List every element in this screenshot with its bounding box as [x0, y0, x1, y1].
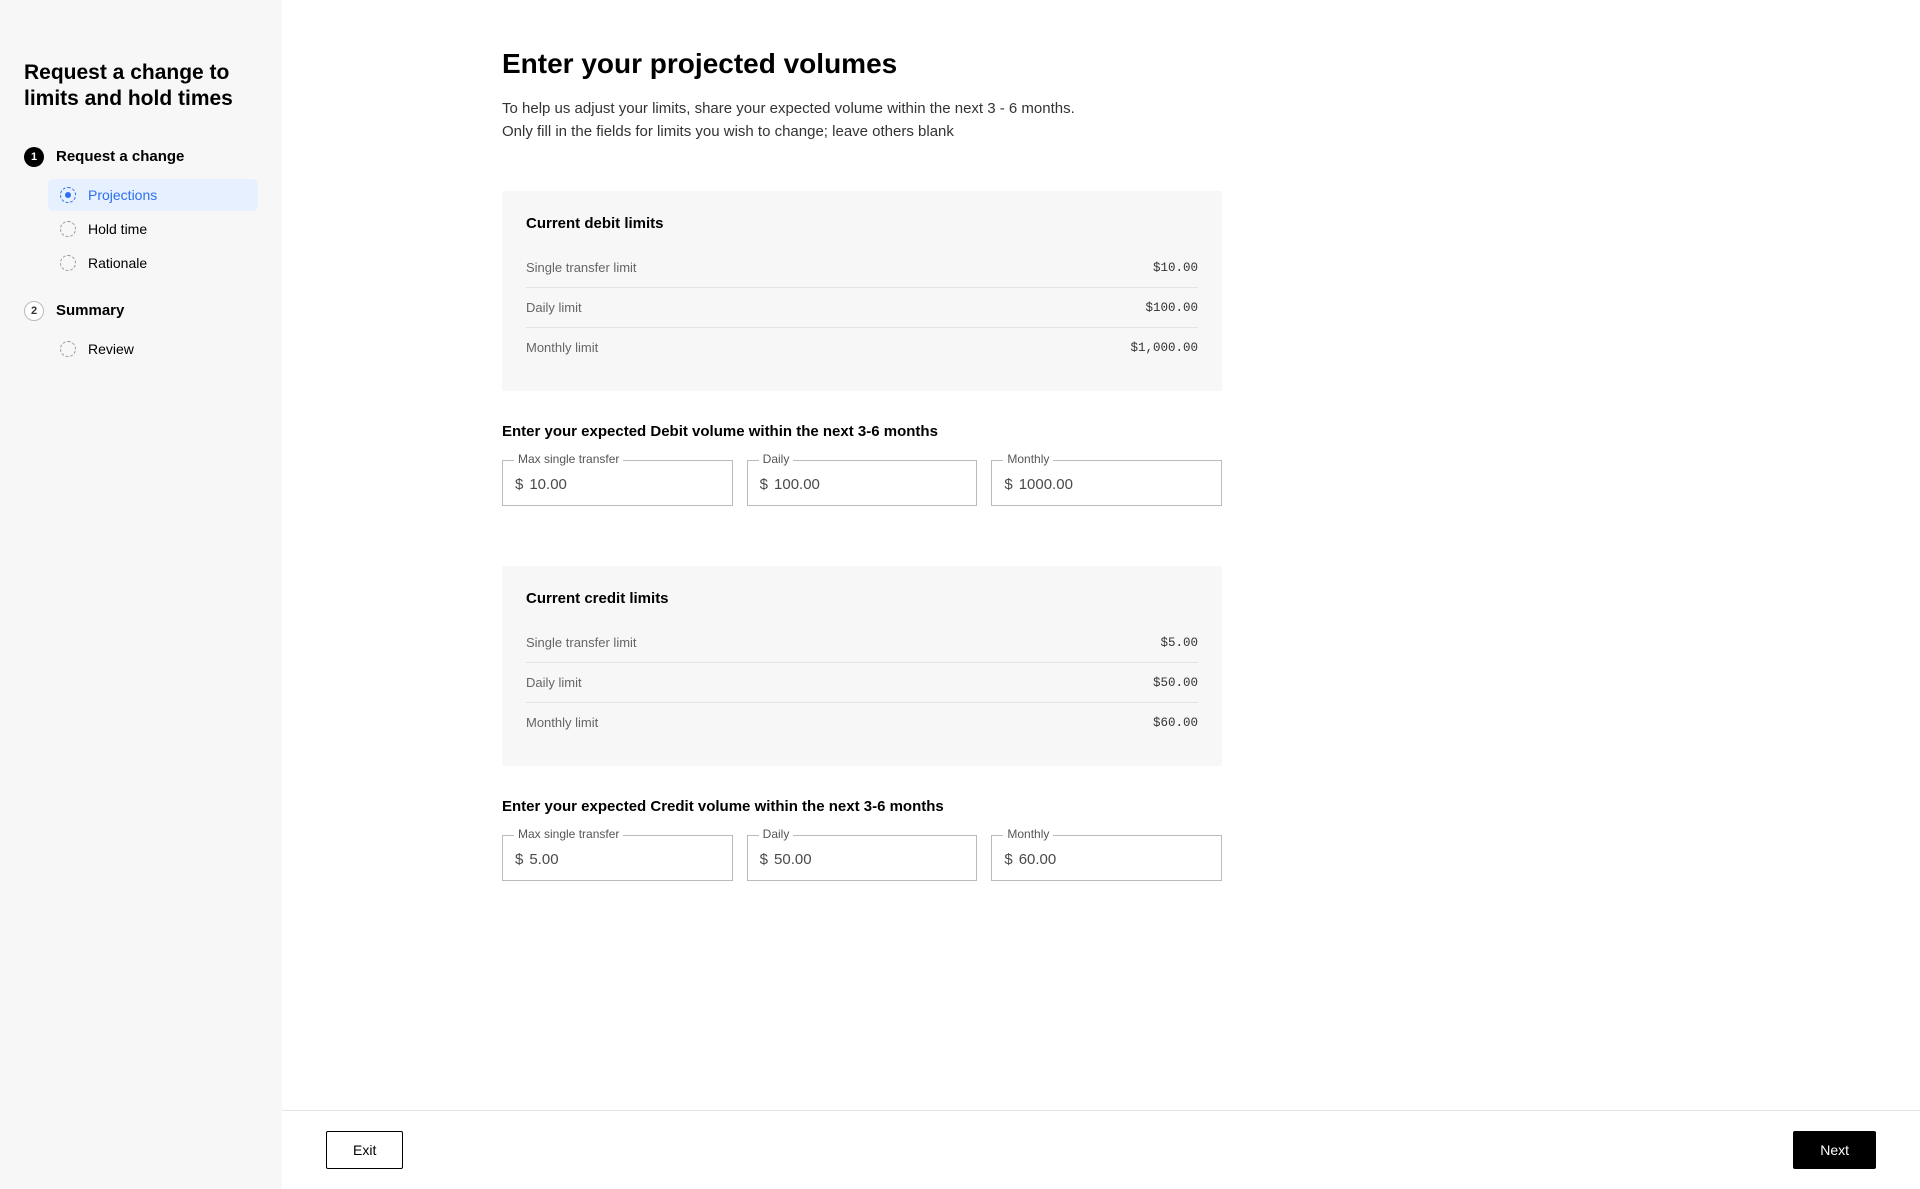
credit-daily-input[interactable]: [774, 851, 964, 868]
step-title: Summary: [56, 302, 124, 319]
debit-daily-field: Daily $: [747, 460, 978, 506]
debit-max-single-input[interactable]: [529, 476, 719, 493]
limit-label: Monthly limit: [526, 340, 598, 355]
credit-limits-card: Current credit limits Single transfer li…: [502, 566, 1222, 766]
debit-monthly-field: Monthly $: [991, 460, 1222, 506]
limit-row-daily: Daily limit $100.00: [526, 288, 1198, 328]
limit-row-monthly: Monthly limit $1,000.00: [526, 328, 1198, 367]
page-heading: Enter your projected volumes: [502, 48, 1222, 80]
currency-prefix: $: [760, 476, 768, 493]
debit-max-single-field: Max single transfer $: [502, 460, 733, 506]
limit-row-monthly: Monthly limit $60.00: [526, 703, 1198, 742]
credit-input-section-label: Enter your expected Credit volume within…: [502, 798, 1222, 815]
step-number-icon: 2: [24, 301, 44, 321]
nav-step-header-1[interactable]: 1 Request a change: [24, 141, 258, 173]
sidebar-title: Request a change to limits and hold time…: [24, 60, 258, 113]
card-title: Current credit limits: [526, 590, 1198, 607]
nav-step-1: 1 Request a change Projections Hold time…: [24, 141, 258, 279]
limit-label: Daily limit: [526, 675, 582, 690]
footer: Exit Next: [282, 1110, 1920, 1189]
input-label: Monthly: [1003, 827, 1053, 841]
main: Enter your projected volumes To help us …: [282, 0, 1920, 1189]
sidebar-item-label: Projections: [88, 187, 157, 203]
currency-prefix: $: [515, 476, 523, 493]
debit-input-row: Max single transfer $ Daily $: [502, 460, 1222, 506]
credit-monthly-field: Monthly $: [991, 835, 1222, 881]
credit-max-single-input[interactable]: [529, 851, 719, 868]
input-label: Daily: [759, 452, 794, 466]
sidebar-item-rationale[interactable]: Rationale: [48, 247, 258, 279]
step-number-icon: 1: [24, 147, 44, 167]
limit-value: $5.00: [1160, 636, 1198, 650]
main-scroll[interactable]: Enter your projected volumes To help us …: [282, 0, 1920, 1110]
input-label: Max single transfer: [514, 452, 623, 466]
limit-label: Single transfer limit: [526, 260, 637, 275]
credit-daily-field: Daily $: [747, 835, 978, 881]
credit-monthly-input[interactable]: [1019, 851, 1209, 868]
sidebar: Request a change to limits and hold time…: [0, 0, 282, 1189]
currency-prefix: $: [1004, 851, 1012, 868]
input-label: Monthly: [1003, 452, 1053, 466]
exit-button[interactable]: Exit: [326, 1131, 403, 1169]
currency-prefix: $: [760, 851, 768, 868]
limit-value: $50.00: [1153, 676, 1198, 690]
debit-daily-input[interactable]: [774, 476, 964, 493]
sidebar-item-label: Rationale: [88, 255, 147, 271]
limit-value: $60.00: [1153, 716, 1198, 730]
progress-dot-icon: [60, 255, 76, 271]
limit-value: $100.00: [1145, 301, 1198, 315]
limit-row-daily: Daily limit $50.00: [526, 663, 1198, 703]
sidebar-item-hold-time[interactable]: Hold time: [48, 213, 258, 245]
limit-label: Daily limit: [526, 300, 582, 315]
nav-step-2: 2 Summary Review: [24, 295, 258, 365]
debit-monthly-input[interactable]: [1019, 476, 1209, 493]
card-title: Current debit limits: [526, 215, 1198, 232]
limit-row-single: Single transfer limit $5.00: [526, 623, 1198, 663]
sidebar-item-label: Review: [88, 341, 134, 357]
sidebar-item-label: Hold time: [88, 221, 147, 237]
debit-input-section-label: Enter your expected Debit volume within …: [502, 423, 1222, 440]
progress-dot-icon: [60, 341, 76, 357]
limit-label: Monthly limit: [526, 715, 598, 730]
progress-dot-icon: [60, 221, 76, 237]
next-button[interactable]: Next: [1793, 1131, 1876, 1169]
credit-input-row: Max single transfer $ Daily $: [502, 835, 1222, 881]
debit-limits-card: Current debit limits Single transfer lim…: [502, 191, 1222, 391]
input-label: Daily: [759, 827, 794, 841]
limit-value: $1,000.00: [1130, 341, 1198, 355]
input-label: Max single transfer: [514, 827, 623, 841]
step-title: Request a change: [56, 148, 184, 165]
sidebar-item-review[interactable]: Review: [48, 333, 258, 365]
sidebar-item-projections[interactable]: Projections: [48, 179, 258, 211]
limit-row-single: Single transfer limit $10.00: [526, 248, 1198, 288]
currency-prefix: $: [515, 851, 523, 868]
page-description: To help us adjust your limits, share you…: [502, 98, 1222, 143]
progress-dot-icon: [60, 187, 76, 203]
currency-prefix: $: [1004, 476, 1012, 493]
nav-step-header-2[interactable]: 2 Summary: [24, 295, 258, 327]
limit-value: $10.00: [1153, 261, 1198, 275]
limit-label: Single transfer limit: [526, 635, 637, 650]
credit-max-single-field: Max single transfer $: [502, 835, 733, 881]
